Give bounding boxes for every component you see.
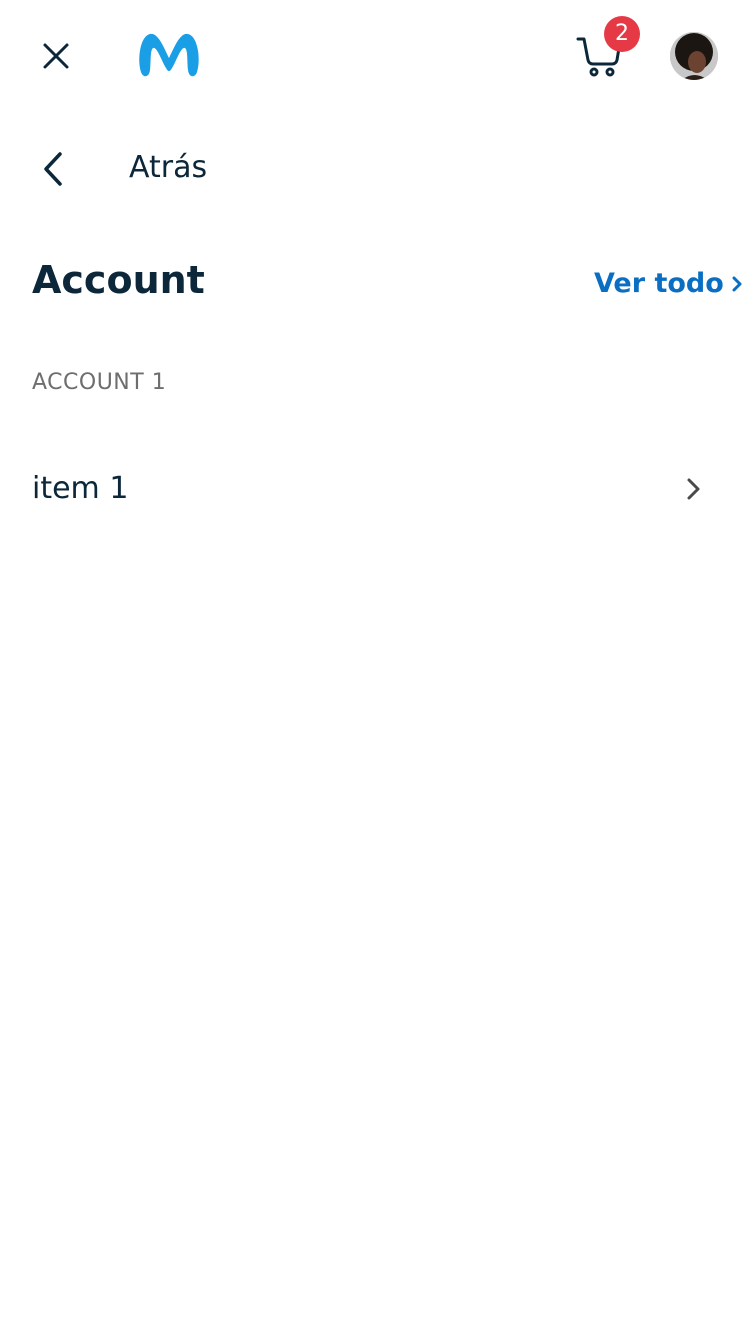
- list-item-label: item 1: [32, 471, 129, 506]
- see-all-label: Ver todo: [594, 268, 724, 299]
- chevron-right-icon: [687, 478, 700, 500]
- account-group-label: ACCOUNT 1: [32, 370, 167, 395]
- back-label: Atrás: [129, 150, 208, 185]
- close-button[interactable]: [32, 32, 80, 80]
- cart-count-badge: 2: [604, 16, 640, 52]
- close-icon: [43, 43, 69, 69]
- avatar[interactable]: [670, 32, 718, 80]
- back-button[interactable]: Atrás: [32, 140, 232, 198]
- chevron-left-icon: [44, 152, 62, 186]
- user-avatar-image: [670, 32, 718, 80]
- see-all-link[interactable]: Ver todo: [594, 266, 744, 302]
- movistar-logo: [134, 26, 204, 80]
- chevron-right-icon: [732, 276, 742, 292]
- page-title: Account: [32, 258, 205, 302]
- list-item[interactable]: item 1: [32, 450, 718, 528]
